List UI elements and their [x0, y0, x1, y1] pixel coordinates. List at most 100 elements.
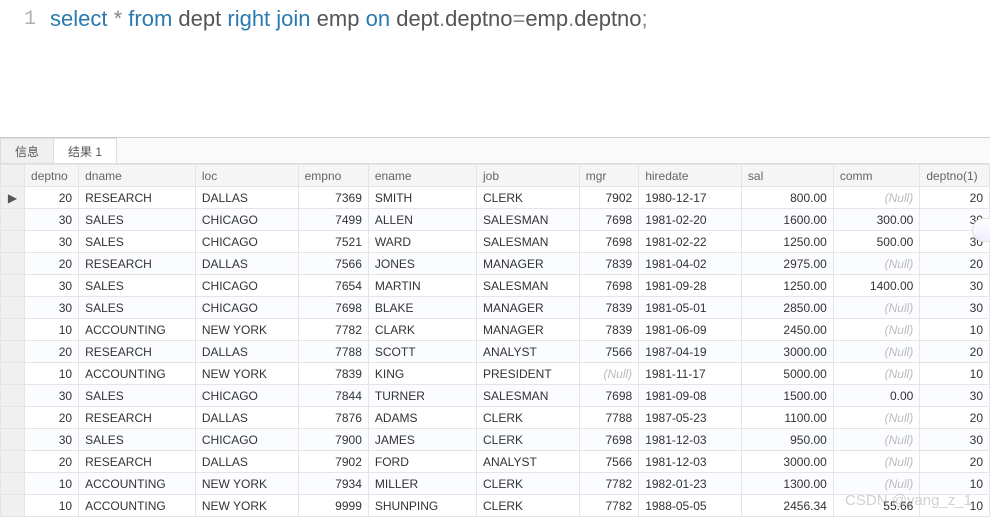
- cell-sal[interactable]: 5000.00: [741, 363, 833, 385]
- cell-hiredate[interactable]: 1981-02-22: [639, 231, 742, 253]
- cell-hiredate[interactable]: 1987-04-19: [639, 341, 742, 363]
- cell-hiredate[interactable]: 1981-05-01: [639, 297, 742, 319]
- cell-comm[interactable]: (Null): [833, 319, 920, 341]
- cell-hiredate[interactable]: 1981-09-28: [639, 275, 742, 297]
- cell-deptno[interactable]: 20: [25, 451, 79, 473]
- cell-empno[interactable]: 7900: [298, 429, 368, 451]
- cell-empno[interactable]: 7566: [298, 253, 368, 275]
- cell-ename[interactable]: JONES: [368, 253, 476, 275]
- cell-dname[interactable]: RESEARCH: [79, 253, 196, 275]
- cell-empno[interactable]: 7902: [298, 451, 368, 473]
- cell-mgr[interactable]: 7839: [579, 253, 638, 275]
- cell-deptno1[interactable]: 20: [920, 407, 990, 429]
- cell-empno[interactable]: 9999: [298, 495, 368, 517]
- cell-deptno[interactable]: 20: [25, 187, 79, 209]
- cell-comm[interactable]: (Null): [833, 341, 920, 363]
- cell-dname[interactable]: RESEARCH: [79, 407, 196, 429]
- cell-job[interactable]: SALESMAN: [477, 275, 580, 297]
- col-comm[interactable]: comm: [833, 165, 920, 187]
- cell-sal[interactable]: 3000.00: [741, 451, 833, 473]
- cell-comm[interactable]: (Null): [833, 407, 920, 429]
- table-row[interactable]: 30SALESCHICAGO7499ALLENSALESMAN76981981-…: [1, 209, 990, 231]
- cell-ename[interactable]: FORD: [368, 451, 476, 473]
- cell-loc[interactable]: NEW YORK: [195, 363, 298, 385]
- cell-ename[interactable]: BLAKE: [368, 297, 476, 319]
- table-row[interactable]: 10ACCOUNTINGNEW YORK9999SHUNPINGCLERK778…: [1, 495, 990, 517]
- table-row[interactable]: 20RESEARCHDALLAS7566JONESMANAGER78391981…: [1, 253, 990, 275]
- cell-empno[interactable]: 7839: [298, 363, 368, 385]
- cell-dname[interactable]: RESEARCH: [79, 341, 196, 363]
- cell-job[interactable]: CLERK: [477, 187, 580, 209]
- cell-deptno1[interactable]: 30: [920, 429, 990, 451]
- col-mgr[interactable]: mgr: [579, 165, 638, 187]
- cell-mgr[interactable]: 7902: [579, 187, 638, 209]
- cell-loc[interactable]: NEW YORK: [195, 319, 298, 341]
- cell-hiredate[interactable]: 1987-05-23: [639, 407, 742, 429]
- cell-empno[interactable]: 7521: [298, 231, 368, 253]
- cell-hiredate[interactable]: 1981-02-20: [639, 209, 742, 231]
- cell-dname[interactable]: RESEARCH: [79, 451, 196, 473]
- cell-mgr[interactable]: 7698: [579, 385, 638, 407]
- col-sal[interactable]: sal: [741, 165, 833, 187]
- cell-empno[interactable]: 7654: [298, 275, 368, 297]
- cell-job[interactable]: SALESMAN: [477, 231, 580, 253]
- cell-sal[interactable]: 1300.00: [741, 473, 833, 495]
- table-row[interactable]: 30SALESCHICAGO7654MARTINSALESMAN76981981…: [1, 275, 990, 297]
- tab-info[interactable]: 信息: [0, 138, 54, 163]
- cell-deptno[interactable]: 30: [25, 297, 79, 319]
- cell-loc[interactable]: DALLAS: [195, 407, 298, 429]
- cell-ename[interactable]: MILLER: [368, 473, 476, 495]
- sql-line[interactable]: 1 select * from dept right join emp on d…: [0, 6, 990, 33]
- cell-deptno1[interactable]: 10: [920, 363, 990, 385]
- cell-sal[interactable]: 1250.00: [741, 275, 833, 297]
- cell-loc[interactable]: DALLAS: [195, 451, 298, 473]
- cell-mgr[interactable]: 7788: [579, 407, 638, 429]
- table-row[interactable]: 30SALESCHICAGO7900JAMESCLERK76981981-12-…: [1, 429, 990, 451]
- cell-mgr[interactable]: 7698: [579, 209, 638, 231]
- table-row[interactable]: 30SALESCHICAGO7521WARDSALESMAN76981981-0…: [1, 231, 990, 253]
- cell-comm[interactable]: (Null): [833, 187, 920, 209]
- cell-job[interactable]: PRESIDENT: [477, 363, 580, 385]
- cell-deptno[interactable]: 30: [25, 385, 79, 407]
- cell-deptno[interactable]: 30: [25, 275, 79, 297]
- cell-loc[interactable]: CHICAGO: [195, 275, 298, 297]
- col-empno[interactable]: empno: [298, 165, 368, 187]
- cell-loc[interactable]: CHICAGO: [195, 231, 298, 253]
- cell-loc[interactable]: NEW YORK: [195, 495, 298, 517]
- table-row[interactable]: 30SALESCHICAGO7698BLAKEMANAGER78391981-0…: [1, 297, 990, 319]
- cell-empno[interactable]: 7499: [298, 209, 368, 231]
- cell-job[interactable]: ANALYST: [477, 341, 580, 363]
- cell-dname[interactable]: SALES: [79, 297, 196, 319]
- cell-deptno1[interactable]: 20: [920, 451, 990, 473]
- cell-job[interactable]: ANALYST: [477, 451, 580, 473]
- cell-ename[interactable]: SCOTT: [368, 341, 476, 363]
- cell-job[interactable]: MANAGER: [477, 297, 580, 319]
- cell-dname[interactable]: SALES: [79, 385, 196, 407]
- cell-dname[interactable]: ACCOUNTING: [79, 495, 196, 517]
- table-row[interactable]: 20RESEARCHDALLAS7788SCOTTANALYST75661987…: [1, 341, 990, 363]
- cell-sal[interactable]: 950.00: [741, 429, 833, 451]
- cell-hiredate[interactable]: 1981-12-03: [639, 429, 742, 451]
- cell-mgr[interactable]: 7782: [579, 495, 638, 517]
- cell-comm[interactable]: 500.00: [833, 231, 920, 253]
- cell-deptno[interactable]: 30: [25, 209, 79, 231]
- cell-job[interactable]: CLERK: [477, 473, 580, 495]
- cell-empno[interactable]: 7934: [298, 473, 368, 495]
- cell-deptno1[interactable]: 20: [920, 187, 990, 209]
- cell-mgr[interactable]: 7782: [579, 473, 638, 495]
- cell-deptno1[interactable]: 30: [920, 275, 990, 297]
- cell-deptno[interactable]: 10: [25, 363, 79, 385]
- cell-loc[interactable]: CHICAGO: [195, 429, 298, 451]
- cell-job[interactable]: MANAGER: [477, 319, 580, 341]
- cell-dname[interactable]: SALES: [79, 231, 196, 253]
- cell-comm[interactable]: (Null): [833, 451, 920, 473]
- cell-hiredate[interactable]: 1981-12-03: [639, 451, 742, 473]
- side-widget[interactable]: [972, 218, 990, 242]
- cell-loc[interactable]: CHICAGO: [195, 385, 298, 407]
- cell-ename[interactable]: SHUNPING: [368, 495, 476, 517]
- cell-empno[interactable]: 7782: [298, 319, 368, 341]
- cell-sal[interactable]: 1250.00: [741, 231, 833, 253]
- cell-dname[interactable]: RESEARCH: [79, 187, 196, 209]
- cell-ename[interactable]: WARD: [368, 231, 476, 253]
- cell-hiredate[interactable]: 1981-11-17: [639, 363, 742, 385]
